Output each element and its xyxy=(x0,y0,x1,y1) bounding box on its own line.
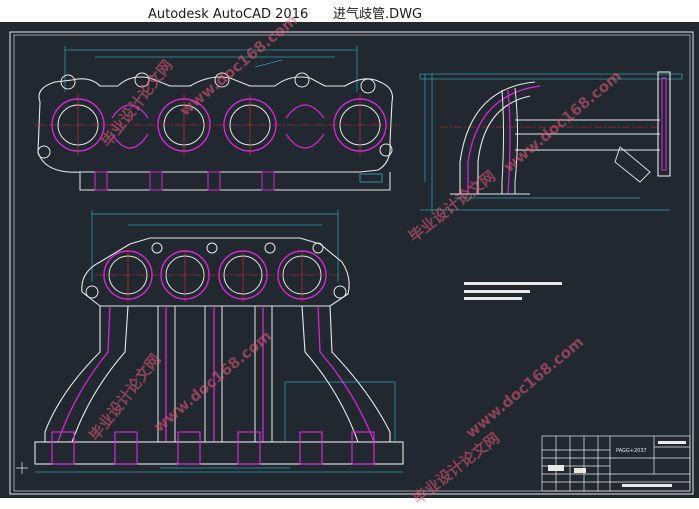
drawing-canvas[interactable]: PAGG+2037 毕业设计论文网 www.doc168.com 毕业设计论文网… xyxy=(0,11,699,508)
title-block xyxy=(541,435,691,492)
window-title-bar: Autodesk AutoCAD 2016 进气歧管.DWG xyxy=(0,0,699,23)
top-view xyxy=(35,46,400,191)
file-name: 进气歧管.DWG xyxy=(333,7,423,22)
technical-notes xyxy=(464,282,562,300)
ucs-icon xyxy=(16,462,28,474)
drawing-code: PAGG+2037 xyxy=(616,448,647,454)
